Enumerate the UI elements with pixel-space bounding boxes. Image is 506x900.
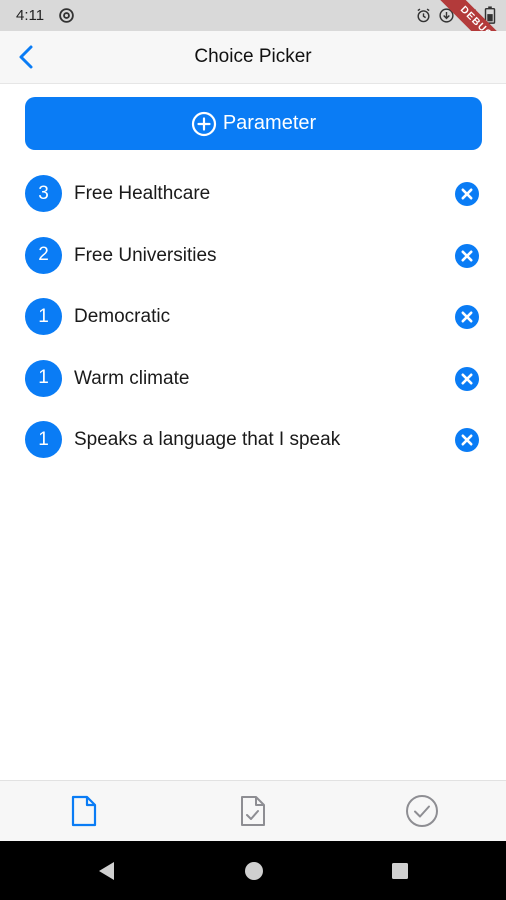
nav-home-button[interactable] bbox=[241, 858, 267, 884]
add-parameter-button[interactable]: Parameter bbox=[25, 97, 482, 150]
plus-circle-icon bbox=[191, 111, 216, 136]
nav-recents-button[interactable] bbox=[387, 858, 413, 884]
parameter-label: Warm climate bbox=[74, 367, 190, 389]
nav-back-button[interactable] bbox=[93, 858, 119, 884]
tab-document[interactable] bbox=[64, 791, 104, 831]
list-item: 1 Warm climate bbox=[0, 348, 506, 410]
remove-icon[interactable] bbox=[455, 182, 479, 206]
app-bar: Choice Picker bbox=[0, 31, 506, 84]
status-bar: 4:11 DEBUG bbox=[0, 0, 506, 72]
list-item: 3 Free Healthcare bbox=[0, 163, 506, 225]
parameter-label: Free Healthcare bbox=[74, 183, 211, 204]
system-nav-bar bbox=[0, 841, 506, 900]
document-check-icon bbox=[241, 796, 265, 826]
remove-icon[interactable] bbox=[455, 366, 479, 391]
parameter-list: 3 Free Healthcare 2 Free Universities 1 … bbox=[0, 163, 506, 471]
add-parameter-label: Parameter bbox=[222, 112, 317, 134]
remove-icon[interactable] bbox=[455, 428, 479, 452]
document-icon bbox=[71, 795, 97, 827]
status-time: 4:11 bbox=[16, 7, 45, 24]
list-item: 1 Democratic bbox=[0, 286, 506, 348]
rank-badge[interactable]: 1 bbox=[25, 421, 62, 458]
remove-icon[interactable] bbox=[455, 243, 479, 268]
alarm-icon bbox=[417, 8, 430, 22]
rank-badge[interactable]: 1 bbox=[25, 298, 62, 335]
at-sign-icon bbox=[59, 8, 74, 23]
rank-badge[interactable]: 2 bbox=[25, 236, 62, 274]
recents-square-icon bbox=[392, 863, 408, 879]
list-item: 1 Speaks a language that I speak bbox=[0, 409, 506, 471]
tab-check-circle[interactable] bbox=[402, 791, 442, 831]
parameter-label: Speaks a language that I speak bbox=[74, 429, 341, 450]
tab-bar bbox=[0, 780, 506, 841]
parameter-label: Democratic bbox=[74, 306, 171, 327]
check-circle-icon bbox=[406, 795, 438, 827]
rank-badge[interactable]: 1 bbox=[25, 359, 62, 397]
tab-document-check[interactable] bbox=[233, 791, 273, 831]
remove-icon[interactable] bbox=[455, 305, 479, 329]
rank-badge[interactable]: 3 bbox=[25, 175, 62, 212]
list-item: 2 Free Universities bbox=[0, 225, 506, 287]
parameter-label: Free Universities bbox=[74, 244, 217, 266]
home-circle-icon bbox=[245, 862, 263, 880]
page-title: Choice Picker bbox=[194, 46, 312, 67]
back-triangle-icon bbox=[99, 862, 114, 880]
